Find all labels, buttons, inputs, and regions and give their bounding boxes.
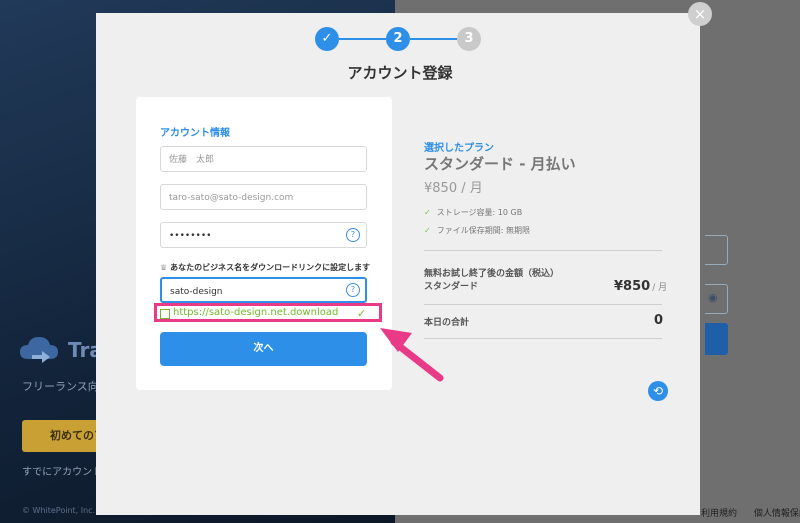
account-info-heading: アカウント情報 bbox=[160, 128, 230, 139]
post-trial-price-label-line2: スタンダード bbox=[424, 282, 479, 292]
background-footer-links: 利用規約 個人情報保護方 bbox=[701, 506, 800, 519]
crown-icon: ♕ bbox=[160, 263, 168, 272]
post-trial-price-label: 無料お試し終了後の金額（税込） スタンダード bbox=[424, 268, 559, 294]
close-icon[interactable]: × bbox=[688, 2, 712, 26]
url-valid-check-icon: ✓ bbox=[357, 307, 367, 320]
business-name-label: ♕ あなたのビジネス名をダウンロードリンクに設定します bbox=[160, 262, 370, 273]
divider bbox=[424, 250, 662, 251]
today-total-value: 0 bbox=[654, 313, 664, 328]
eye-slash-icon: ◉ bbox=[708, 291, 718, 304]
selected-plan-heading: 選択したプラン bbox=[424, 143, 494, 154]
progress-stepper: ✓ 2 3 bbox=[315, 27, 483, 53]
stepper-line-2 bbox=[410, 38, 457, 40]
plan-name: スタンダード - 月払い bbox=[424, 155, 576, 173]
divider bbox=[424, 338, 662, 339]
background-submit-edge bbox=[705, 323, 728, 355]
cloud-logo-icon bbox=[20, 337, 58, 363]
email-field[interactable] bbox=[160, 184, 367, 210]
stepper-line-1 bbox=[339, 38, 386, 40]
check-icon: ✓ bbox=[424, 208, 431, 217]
email-input[interactable] bbox=[161, 186, 349, 210]
feature-storage: ✓ ストレージ容量: 10 GB bbox=[424, 207, 522, 218]
footer-link-terms[interactable]: 利用規約 bbox=[701, 509, 737, 519]
next-button[interactable]: 次へ bbox=[160, 332, 367, 366]
business-name-label-text: あなたのビジネス名をダウンロードリンクに設定します bbox=[170, 263, 371, 272]
step-1-complete-check-icon: ✓ bbox=[315, 27, 339, 51]
page-title: アカウント登録 bbox=[347, 64, 453, 82]
password-input[interactable] bbox=[161, 224, 349, 248]
footer-link-privacy[interactable]: 個人情報保護方 bbox=[754, 509, 800, 519]
post-trial-price-value: ¥850 bbox=[614, 279, 651, 294]
name-field[interactable] bbox=[160, 146, 367, 172]
today-total-label: 本日の合計 bbox=[424, 318, 470, 328]
business-name-input[interactable] bbox=[162, 280, 350, 304]
feature-storage-text: ストレージ容量: 10 GB bbox=[436, 208, 523, 217]
step-3-pending: 3 bbox=[457, 27, 481, 51]
url-checkbox-icon bbox=[160, 309, 170, 319]
password-help-icon[interactable]: ? bbox=[346, 228, 360, 242]
plan-price: ¥850 / 月 bbox=[424, 181, 483, 196]
download-url-preview: https://sato-design.net.download bbox=[173, 307, 339, 318]
post-trial-price-unit: / 月 bbox=[652, 283, 668, 293]
check-icon: ✓ bbox=[424, 226, 431, 235]
divider bbox=[424, 304, 662, 305]
name-input[interactable] bbox=[161, 148, 349, 172]
background-input-edge bbox=[705, 235, 728, 265]
post-trial-price: ¥850/ 月 bbox=[614, 279, 667, 294]
business-name-field[interactable]: ? bbox=[160, 277, 367, 304]
background-login-text: すでにアカウント bbox=[22, 467, 103, 478]
password-field[interactable]: ? bbox=[160, 222, 367, 248]
step-2-current: 2 bbox=[386, 27, 410, 51]
business-help-icon[interactable]: ? bbox=[346, 283, 360, 297]
feature-retention: ✓ ファイル保存期間: 無期限 bbox=[424, 225, 530, 236]
back-undo-icon[interactable]: ⟲ bbox=[648, 381, 668, 401]
feature-retention-text: ファイル保存期間: 無期限 bbox=[436, 226, 530, 235]
post-trial-price-label-line1: 無料お試し終了後の金額（税込） bbox=[424, 269, 560, 279]
